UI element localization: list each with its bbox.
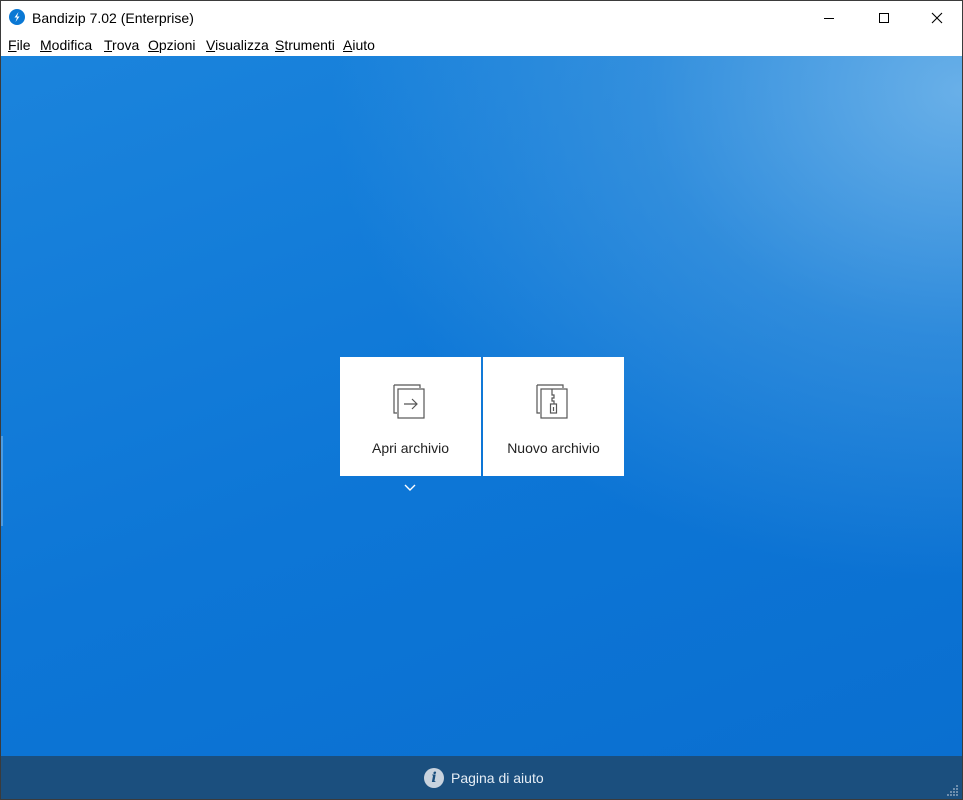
window-edge-highlight	[1, 436, 3, 526]
new-archive-label: Nuovo archivio	[507, 440, 600, 456]
maximize-icon	[879, 12, 889, 23]
new-archive-button[interactable]: Nuovo archivio	[483, 357, 624, 476]
help-page-label: Pagina di aiuto	[451, 770, 544, 786]
close-icon	[931, 12, 943, 23]
bandizip-logo-icon	[9, 9, 25, 25]
minimize-icon	[824, 17, 834, 19]
chevron-down-icon[interactable]	[403, 483, 417, 493]
open-archive-label: Apri archivio	[371, 440, 450, 456]
open-archive-icon	[392, 384, 425, 419]
menu-strumenti[interactable]: Strumenti	[275, 37, 335, 53]
footer-bar: i Pagina di aiuto	[1, 756, 962, 799]
menu-opzioni[interactable]: Opzioni	[148, 37, 195, 53]
menu-file[interactable]: File	[8, 37, 31, 53]
maximize-button[interactable]	[861, 1, 907, 34]
open-archive-button[interactable]: Apri archivio	[340, 357, 481, 476]
minimize-button[interactable]	[806, 1, 852, 34]
title-bar: Bandizip 7.02 (Enterprise)	[1, 1, 962, 34]
menu-modifica[interactable]: Modifica	[40, 37, 92, 53]
menu-bar: File Modifica Trova Opzioni Visualizza S…	[1, 34, 962, 55]
new-archive-icon	[535, 384, 568, 419]
menu-trova[interactable]: Trova	[104, 37, 139, 53]
menu-visualizza[interactable]: Visualizza	[206, 37, 269, 53]
window-title: Bandizip 7.02 (Enterprise)	[32, 10, 194, 26]
close-button[interactable]	[914, 1, 960, 34]
info-icon: i	[424, 768, 444, 788]
main-area: Apri archivio Nuovo archivio	[1, 56, 962, 756]
menu-aiuto[interactable]: Aiuto	[343, 37, 375, 53]
help-page-link[interactable]: i Pagina di aiuto	[424, 767, 544, 789]
resize-grip-icon[interactable]	[947, 784, 959, 796]
app-window: Bandizip 7.02 (Enterprise) File Modifica…	[0, 0, 963, 800]
